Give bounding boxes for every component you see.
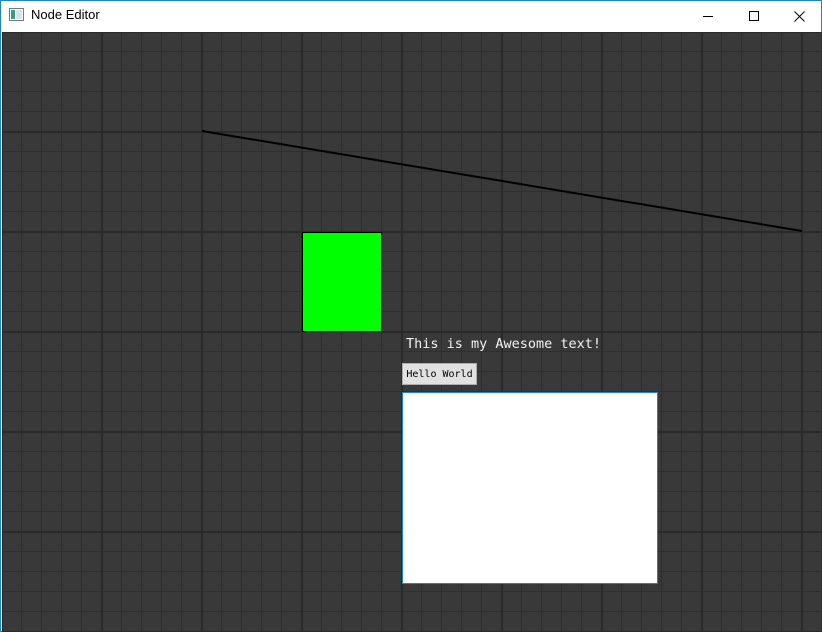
canvas-label: This is my Awesome text! bbox=[406, 336, 602, 352]
maximize-button[interactable] bbox=[731, 1, 777, 31]
text-area-input[interactable] bbox=[402, 392, 658, 584]
green-node[interactable] bbox=[302, 232, 382, 332]
close-icon bbox=[793, 10, 805, 22]
hello-world-button[interactable]: Hello World bbox=[402, 363, 477, 385]
node-editor-canvas[interactable]: This is my Awesome text! Hello World bbox=[2, 32, 822, 632]
maximize-icon bbox=[749, 11, 759, 21]
app-icon bbox=[9, 8, 24, 21]
window-title: Node Editor bbox=[31, 7, 100, 22]
minimize-button[interactable] bbox=[685, 1, 731, 31]
title-bar[interactable]: Node Editor bbox=[1, 1, 821, 31]
app-window: Node Editor This is my Awesome text! Hel… bbox=[0, 0, 822, 632]
close-button[interactable] bbox=[776, 1, 822, 31]
minimize-icon bbox=[703, 16, 713, 17]
connection-line[interactable] bbox=[201, 130, 803, 232]
